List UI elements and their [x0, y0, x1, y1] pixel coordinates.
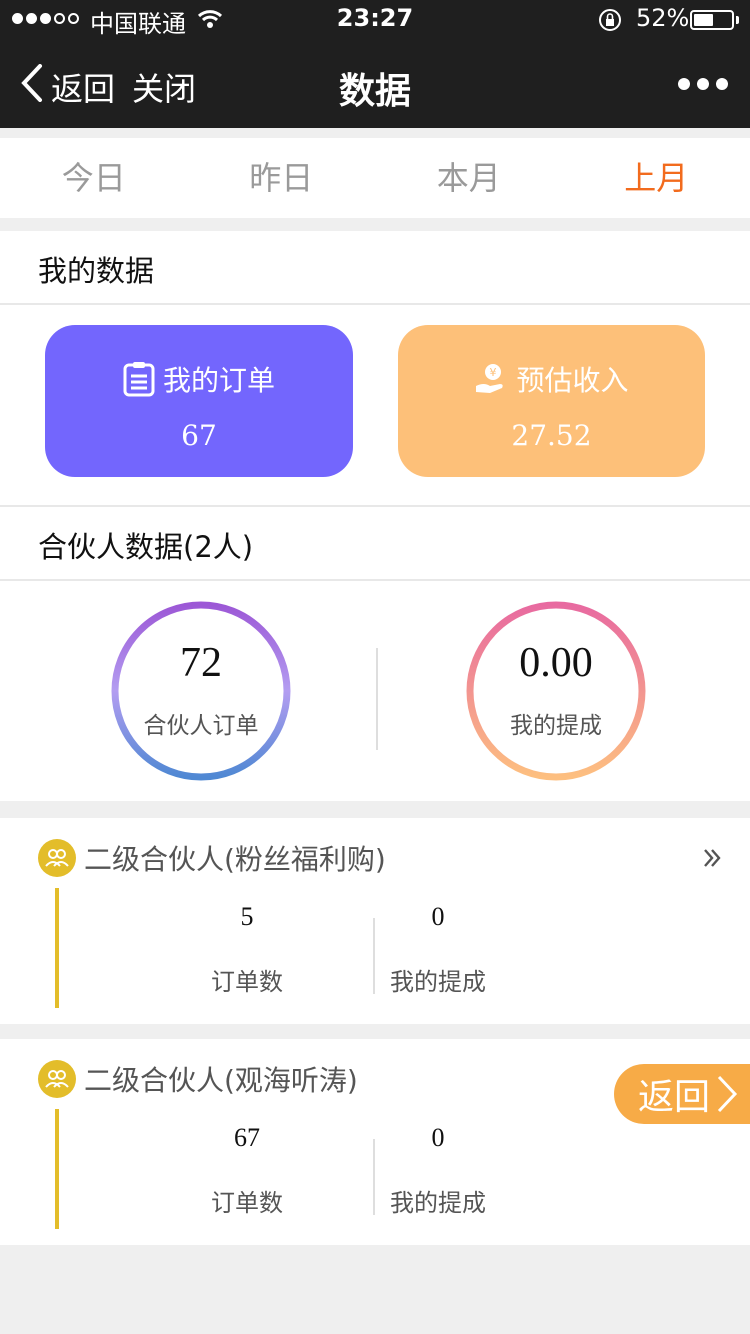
partner-orders-value: 72	[180, 640, 222, 686]
battery-percent: 52%	[636, 4, 690, 32]
commission-label: 我的提成	[390, 1189, 486, 1217]
rotation-lock-icon	[599, 9, 621, 31]
orders-count: 5	[240, 902, 254, 931]
my-orders-value: 67	[181, 419, 217, 452]
tab-this-month[interactable]: 本月	[375, 138, 563, 218]
tab-last-month[interactable]: 上月	[563, 138, 750, 218]
floating-back-label: 返回	[638, 1077, 711, 1118]
tab-yesterday[interactable]: 昨日	[188, 138, 376, 218]
my-commission-label: 我的提成	[510, 713, 602, 739]
my-orders-card[interactable]: 我的订单 67	[45, 325, 353, 477]
status-bar: 中国联通 23:27 52%	[0, 0, 750, 40]
clipboard-icon	[123, 362, 155, 397]
commission-label: 我的提成	[390, 968, 486, 996]
tab-today[interactable]: 今日	[0, 138, 188, 218]
estimated-income-label: 预估收入	[516, 364, 629, 397]
divider	[0, 579, 750, 581]
orders-count: 67	[234, 1123, 260, 1152]
commission-value: 0	[431, 1123, 445, 1152]
floating-back-button[interactable]: 返回	[614, 1064, 750, 1124]
coin-hand-icon: ¥	[476, 364, 504, 393]
sub-partner-title: 二级合伙人(观海听涛)	[84, 1064, 358, 1097]
divider	[0, 505, 750, 507]
partners-icon	[38, 1060, 76, 1098]
ring-gradient	[466, 601, 646, 781]
top-bar: 中国联通 23:27 52% 返回 关闭 数据	[0, 0, 750, 128]
chevron-right-icon	[717, 1075, 738, 1113]
battery-icon	[690, 10, 734, 30]
partner-orders-ring: 72 合伙人订单	[111, 601, 291, 781]
my-commission-ring: 0.00 我的提成	[466, 601, 646, 781]
commission-value: 0	[431, 902, 445, 931]
sub-partner-title: 二级合伙人(粉丝福利购)	[84, 843, 386, 876]
nav-bar: 返回 关闭 数据	[0, 40, 750, 128]
divider	[376, 648, 378, 750]
period-tabs: 今日 昨日 本月 上月	[0, 138, 750, 218]
accent-bar	[55, 888, 59, 1008]
double-chevron-right-icon[interactable]	[703, 848, 721, 868]
my-commission-value: 0.00	[519, 640, 593, 686]
partner-data-title: 合伙人数据(2人)	[38, 530, 254, 564]
estimated-income-value: 27.52	[511, 419, 592, 452]
ellipsis-icon[interactable]	[678, 78, 728, 90]
ring-gradient	[111, 601, 291, 781]
page-title: 数据	[338, 71, 411, 112]
partners-icon	[38, 839, 76, 877]
orders-count-label: 订单数	[211, 968, 283, 996]
accent-bar	[55, 1109, 59, 1229]
estimated-income-card[interactable]: ¥ 预估收入 27.52	[398, 325, 705, 477]
my-data-title: 我的数据	[38, 254, 155, 288]
svg-text:¥: ¥	[490, 366, 497, 379]
my-orders-label: 我的订单	[162, 364, 275, 397]
partner-orders-label: 合伙人订单	[143, 713, 259, 739]
orders-count-label: 订单数	[211, 1189, 283, 1217]
divider	[0, 303, 750, 305]
